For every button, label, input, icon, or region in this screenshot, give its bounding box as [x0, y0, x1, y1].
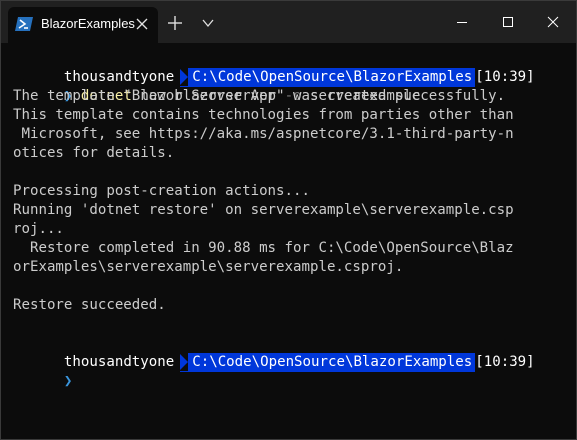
output-line: Restore succeeded. — [13, 297, 166, 313]
scrollbar[interactable] — [572, 43, 576, 439]
maximize-icon — [503, 17, 513, 27]
output-line: This template contains technologies from… — [13, 107, 514, 123]
output-line: The template "Blazor Server App" was cre… — [13, 88, 506, 104]
command-line: ❯ dotnet new blazorserver -o serverexamp… — [13, 68, 420, 104]
output-line: otices for details. — [13, 145, 175, 161]
prompt-user: thousandtyone — [63, 354, 175, 370]
output-line: Microsoft, see https://aka.ms/aspnetcore… — [13, 126, 514, 142]
powershell-icon — [15, 17, 33, 31]
output-line: orExamples\serverexample\serverexample.c… — [13, 259, 404, 275]
title-bar[interactable]: BlazorExamples — [1, 1, 576, 43]
tab-blazorexamples[interactable]: BlazorExamples — [8, 7, 158, 43]
prompt-line: thousandtyone C:\Code\OpenSource\BlazorEx… — [13, 334, 535, 372]
prompt-line: thousandtyone C:\Code\OpenSource\BlazorEx… — [13, 49, 535, 87]
minimize-icon — [457, 22, 467, 23]
minimize-button[interactable] — [439, 1, 485, 43]
maximize-button[interactable] — [485, 1, 531, 43]
prompt-path: C:\Code\OpenSource\BlazorExamples — [179, 353, 476, 372]
terminal-window: BlazorExamples thousandtyone C:\Code\Ope… — [0, 0, 577, 440]
close-icon[interactable] — [135, 17, 149, 31]
close-window-button[interactable] — [530, 1, 576, 43]
terminal-output[interactable]: thousandtyone C:\Code\OpenSource\BlazorEx… — [1, 43, 576, 439]
output-line: Running 'dotnet restore' on serverexampl… — [13, 202, 514, 218]
output-line: roj... — [13, 221, 64, 237]
output-line: Processing post-creation actions... — [13, 183, 310, 199]
input-line[interactable]: ❯ — [13, 353, 73, 389]
prompt-time: [10:39] — [475, 69, 535, 85]
prompt-time: [10:39] — [475, 354, 535, 370]
tab-title: BlazorExamples — [41, 16, 135, 31]
chevron-down-icon[interactable] — [201, 16, 215, 30]
close-icon — [547, 16, 559, 28]
prompt-chevron: ❯ — [63, 373, 73, 389]
plus-icon[interactable] — [167, 15, 183, 31]
output-line: Restore completed in 90.88 ms for C:\Cod… — [13, 240, 514, 256]
